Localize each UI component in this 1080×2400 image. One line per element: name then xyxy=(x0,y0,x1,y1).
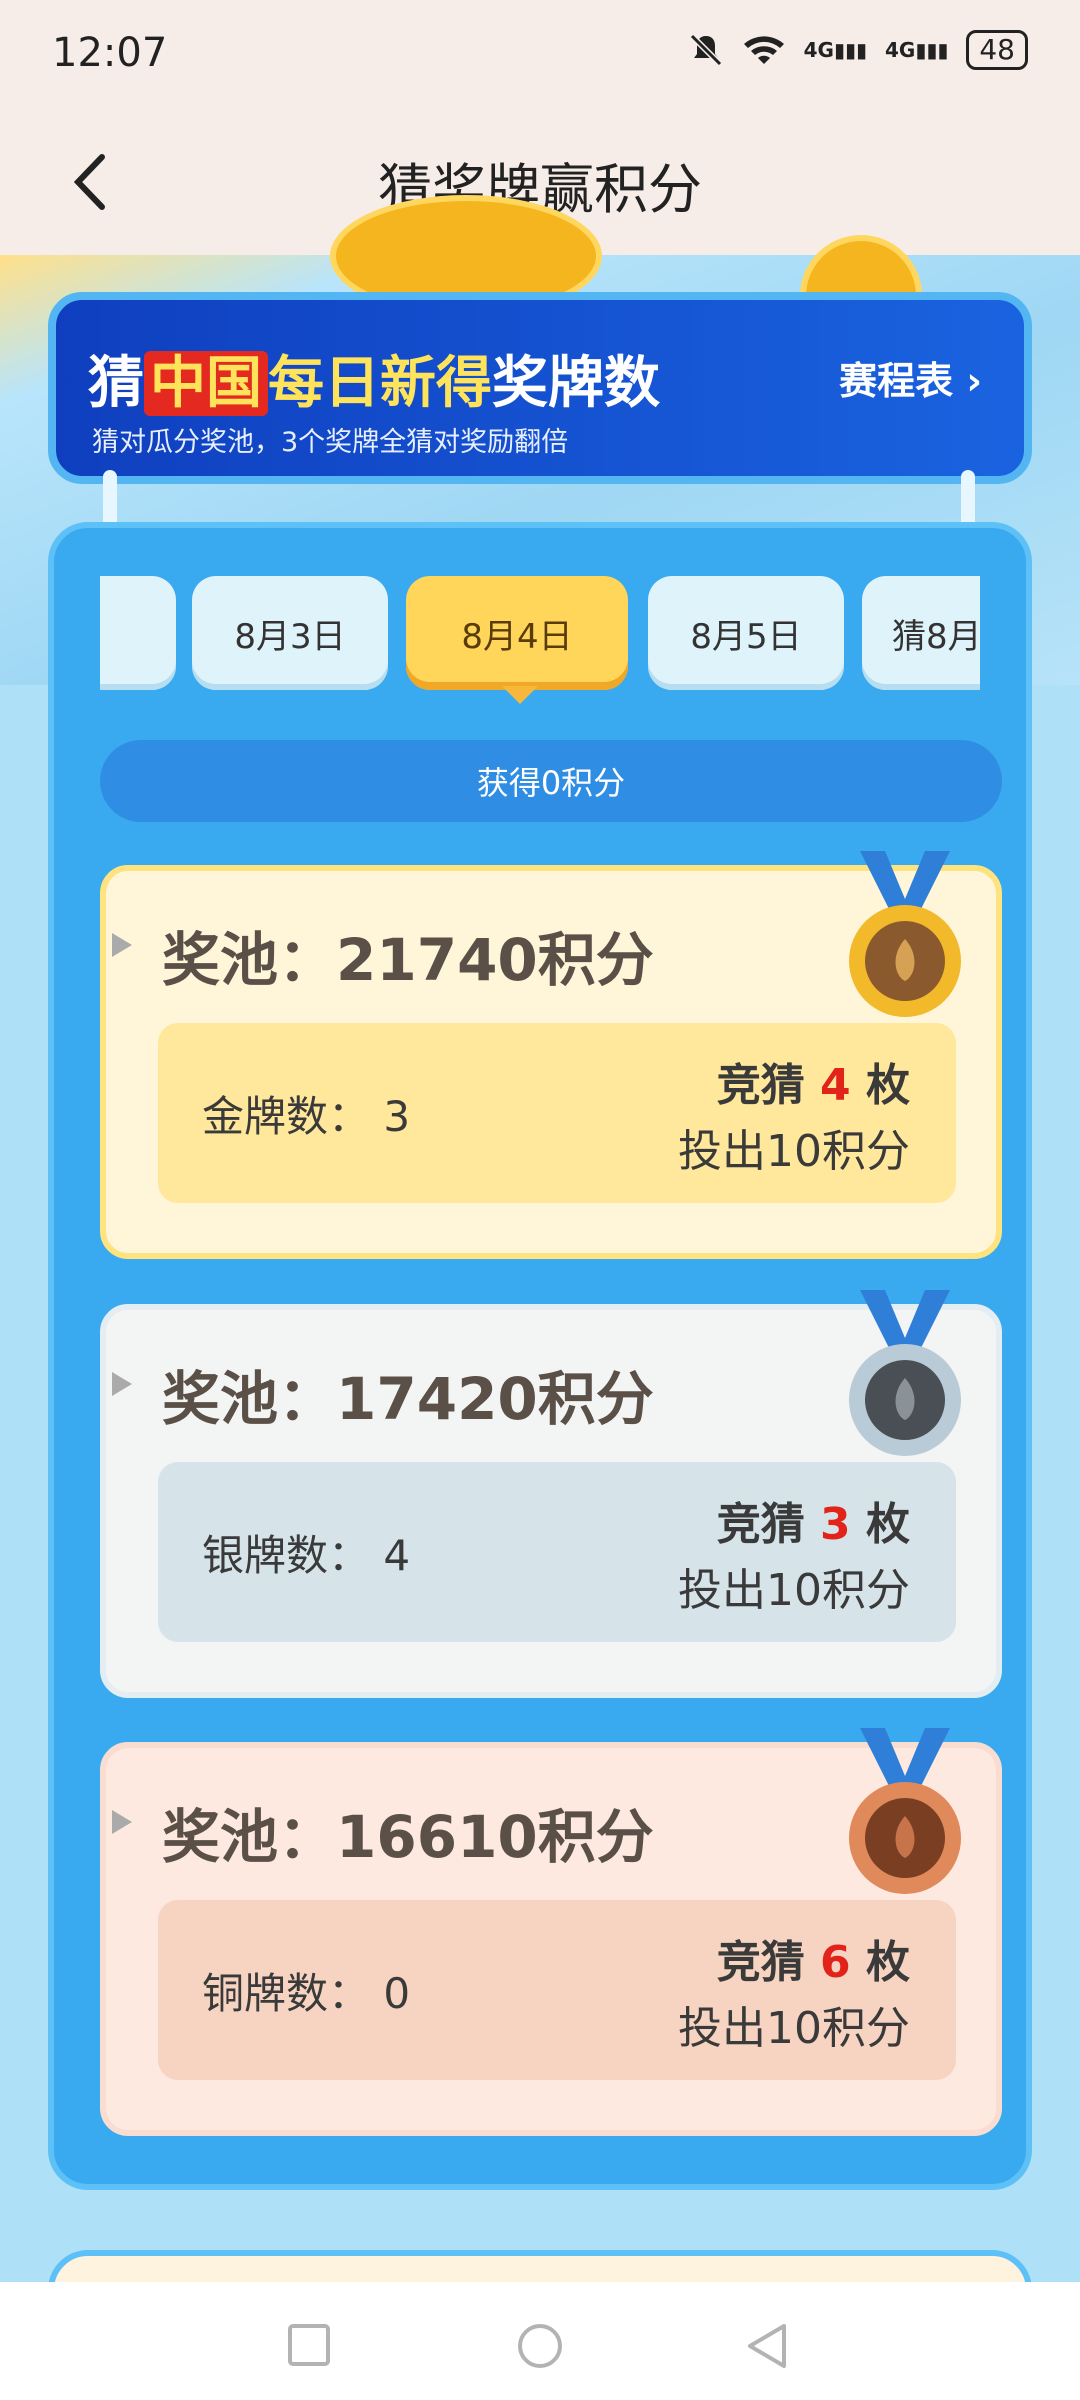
points-spent: 投出10积分 xyxy=(678,1565,910,1616)
medal-count: 银牌数： 4 xyxy=(202,1531,411,1580)
points-spent: 投出10积分 xyxy=(678,2003,910,2054)
guess-value: 竞猜 4 枚 xyxy=(716,1060,910,1111)
guess-value: 竞猜 6 枚 xyxy=(716,1937,910,1988)
banner-title: 猜中国 每日新得奖牌数 xyxy=(88,351,660,416)
status-bar: 12:07 4G▮▮▮ 4G▮▮▮ 48 xyxy=(0,0,1080,115)
recents-icon[interactable] xyxy=(286,2322,332,2368)
arrow-icon xyxy=(112,933,132,957)
back-nav-icon[interactable] xyxy=(744,2322,790,2370)
silver-medal-icon xyxy=(849,1290,961,1456)
banner-subtitle: 猜对瓜分奖池，3个奖牌全猜对奖励翻倍 xyxy=(92,427,569,458)
system-nav-bar xyxy=(0,2282,1080,2400)
bronze-guess-box: 铜牌数： 0 竞猜 6 枚 投出10积分 xyxy=(158,1900,956,2080)
date-tab-selected[interactable]: 8月4日 xyxy=(406,576,628,690)
guess-value: 竞猜 3 枚 xyxy=(716,1499,910,1550)
date-tab[interactable]: 8月3日 xyxy=(192,576,388,690)
bronze-medal-icon xyxy=(849,1728,961,1894)
date-tab[interactable]: 日 xyxy=(100,576,176,690)
gold-medal-icon xyxy=(849,851,961,1017)
points-spent: 投出10积分 xyxy=(678,1126,910,1177)
gold-guess-box: 金牌数： 3 竞猜 4 枚 投出10积分 xyxy=(158,1023,956,1203)
pool-points: 奖池：17420积分 xyxy=(162,1365,654,1433)
bronze-card[interactable]: 奖池：16610积分 铜牌数： 0 竞猜 6 枚 投出10积分 xyxy=(100,1728,1002,2136)
pool-points: 奖池：16610积分 xyxy=(162,1803,654,1871)
medal-count: 铜牌数： 0 xyxy=(202,1969,411,2018)
earned-points: 获得0积分 xyxy=(100,740,1002,822)
banner: 猜中国 每日新得奖牌数 猜对瓜分奖池，3个奖牌全猜对奖励翻倍 赛程表 › xyxy=(48,292,1032,484)
mute-icon xyxy=(689,33,722,67)
date-tabs[interactable]: 日 8月3日 8月4日 8月5日 猜8月6 xyxy=(100,576,980,694)
silver-guess-box: 银牌数： 4 竞猜 3 枚 投出10积分 xyxy=(158,1462,956,1642)
selected-date-pointer xyxy=(502,686,538,704)
arrow-icon xyxy=(112,1372,132,1396)
battery-icon: 48 xyxy=(966,30,1028,70)
silver-card[interactable]: 奖池：17420积分 银牌数： 4 竞猜 3 枚 投出10积分 xyxy=(100,1290,1002,1698)
status-icons: 4G▮▮▮ 4G▮▮▮ 48 xyxy=(688,30,1028,70)
wifi-icon xyxy=(743,36,784,64)
signal-icon: 4G▮▮▮ xyxy=(803,38,867,62)
medal-count: 金牌数： 3 xyxy=(202,1092,411,1141)
schedule-link[interactable]: 赛程表 › xyxy=(839,350,982,405)
status-time: 12:07 xyxy=(52,30,168,76)
signal-icon-2: 4G▮▮▮ xyxy=(885,38,949,62)
date-tab[interactable]: 8月5日 xyxy=(648,576,844,690)
date-tab[interactable]: 猜8月6 xyxy=(862,576,980,690)
pool-points: 奖池：21740积分 xyxy=(162,926,654,994)
home-icon[interactable] xyxy=(516,2322,564,2370)
gold-card[interactable]: 奖池：21740积分 金牌数： 3 竞猜 4 枚 投出10积分 xyxy=(100,851,1002,1259)
arrow-icon xyxy=(112,1810,132,1834)
